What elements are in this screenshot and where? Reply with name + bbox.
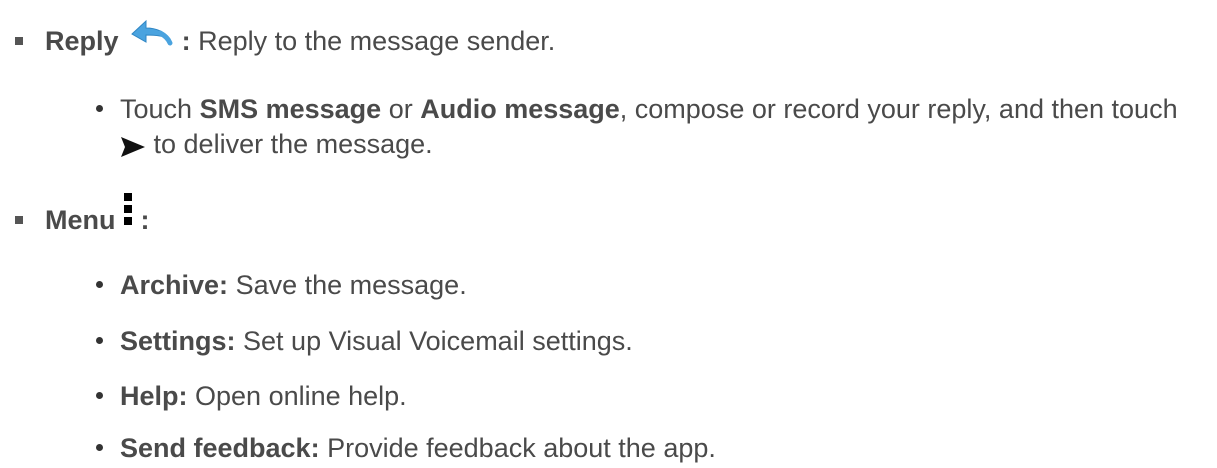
vertical-dots-icon xyxy=(123,192,133,227)
reply-item: Reply : Reply to the message sender. xyxy=(45,19,556,59)
send-feedback-label: Send feedback: xyxy=(120,433,320,463)
round-bullet xyxy=(96,444,103,451)
round-bullet xyxy=(96,337,103,344)
send-arrow-icon xyxy=(120,133,146,157)
audio-message-label: Audio message xyxy=(420,94,620,124)
round-bullet xyxy=(96,281,103,288)
round-bullet xyxy=(96,392,103,399)
square-bullet xyxy=(15,216,23,224)
menu-item: Menu : xyxy=(45,192,150,239)
settings-label: Settings: xyxy=(120,326,236,356)
settings-description: Set up Visual Voicemail settings. xyxy=(243,326,633,356)
reply-label: Reply xyxy=(45,26,119,56)
send-feedback-description: Provide feedback about the app. xyxy=(327,433,716,463)
reply-sub-text-1: Touch xyxy=(120,94,193,124)
menu-subitem-settings: Settings: Set up Visual Voicemail settin… xyxy=(120,325,633,357)
archive-label: Archive: xyxy=(120,270,229,300)
help-document: Reply : Reply to the message sender. Tou… xyxy=(0,0,1217,468)
menu-subitem-send-feedback: Send feedback: Provide feedback about th… xyxy=(120,432,716,464)
menu-subitem-help: Help: Open online help. xyxy=(120,380,407,412)
sms-message-label: SMS message xyxy=(199,94,382,124)
reply-description: Reply to the message sender. xyxy=(198,26,556,56)
reply-sub-text-3: , compose or record your reply, and then… xyxy=(619,94,1178,124)
menu-label: Menu xyxy=(45,205,116,235)
help-label: Help: xyxy=(120,381,188,411)
menu-subitem-archive: Archive: Save the message. xyxy=(120,269,467,301)
archive-description: Save the message. xyxy=(235,270,467,300)
square-bullet xyxy=(15,37,23,45)
reply-colon: : xyxy=(181,26,191,56)
reply-arrow-icon xyxy=(126,17,174,49)
reply-sub-text-4: to deliver the message. xyxy=(153,129,433,159)
reply-sub-text-2: or xyxy=(388,94,413,124)
round-bullet xyxy=(96,105,103,112)
reply-sub-item: Touch SMS message or Audio message, comp… xyxy=(120,93,1178,125)
help-description: Open online help. xyxy=(195,381,407,411)
menu-colon: : xyxy=(140,205,150,235)
reply-sub-item-continued: to deliver the message. xyxy=(120,128,433,160)
